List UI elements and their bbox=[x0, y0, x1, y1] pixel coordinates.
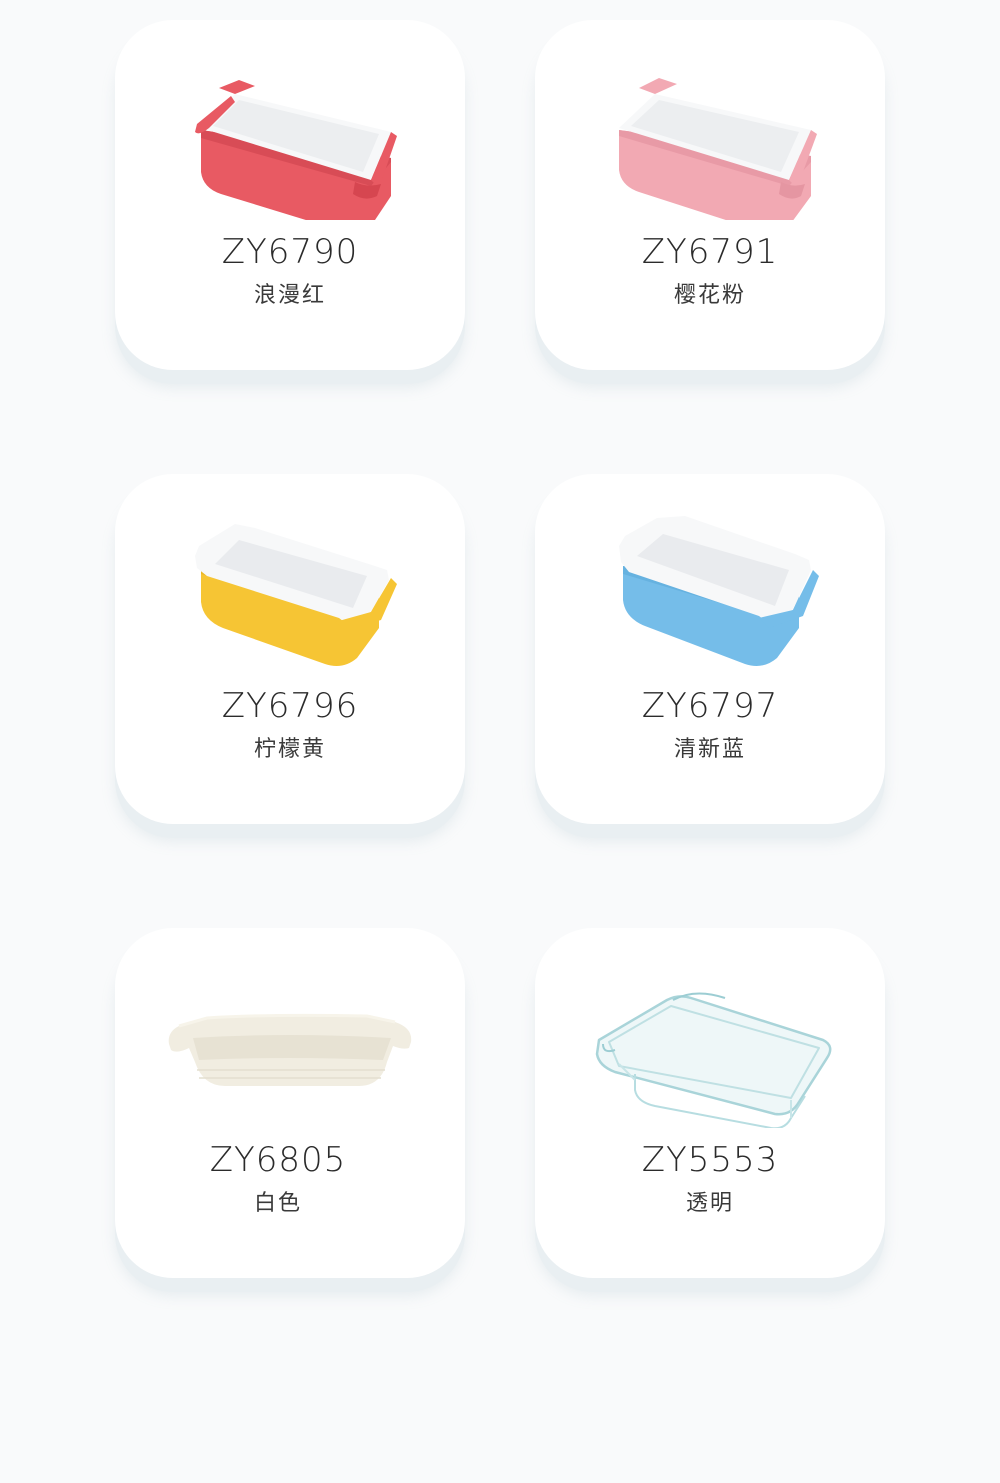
product-model: ZY6790 bbox=[221, 232, 359, 272]
product-card-zy5553[interactable]: ZY5553 透明 bbox=[535, 928, 885, 1278]
product-model: ZY6797 bbox=[641, 686, 779, 726]
product-color-name: 柠檬黄 bbox=[253, 737, 326, 762]
product-color-page: { "products": [ { "model": "ZY6790", "co… bbox=[0, 0, 1000, 1483]
blue-baking-dish-image bbox=[619, 516, 819, 666]
red-baking-dish-image bbox=[195, 80, 397, 220]
product-card-zy6797[interactable]: ZY6797 清新蓝 bbox=[535, 474, 885, 824]
white-baking-dish-image bbox=[168, 1013, 412, 1086]
product-color-name: 透明 bbox=[685, 1191, 734, 1216]
product-card-zy6805[interactable]: ZY6805 白色 bbox=[115, 928, 465, 1278]
product-card-zy6791[interactable]: ZY6791 樱花粉 bbox=[535, 20, 885, 370]
product-color-name: 白色 bbox=[253, 1191, 302, 1216]
product-model: ZY6796 bbox=[221, 686, 359, 726]
pink-baking-dish-image bbox=[619, 78, 817, 220]
product-color-name: 浪漫红 bbox=[253, 283, 326, 308]
product-card-zy6796[interactable]: ZY6796 柠檬黄 bbox=[115, 474, 465, 824]
product-color-name: 樱花粉 bbox=[673, 283, 746, 308]
product-model: ZY6791 bbox=[641, 232, 779, 272]
glass-baking-dish-image bbox=[595, 992, 832, 1128]
yellow-baking-dish-image bbox=[195, 524, 397, 666]
product-model: ZY5553 bbox=[641, 1140, 779, 1180]
product-model: ZY6805 bbox=[209, 1140, 347, 1180]
product-color-name: 清新蓝 bbox=[673, 737, 746, 762]
product-card-zy6790[interactable]: ZY6790 浪漫红 bbox=[115, 20, 465, 370]
